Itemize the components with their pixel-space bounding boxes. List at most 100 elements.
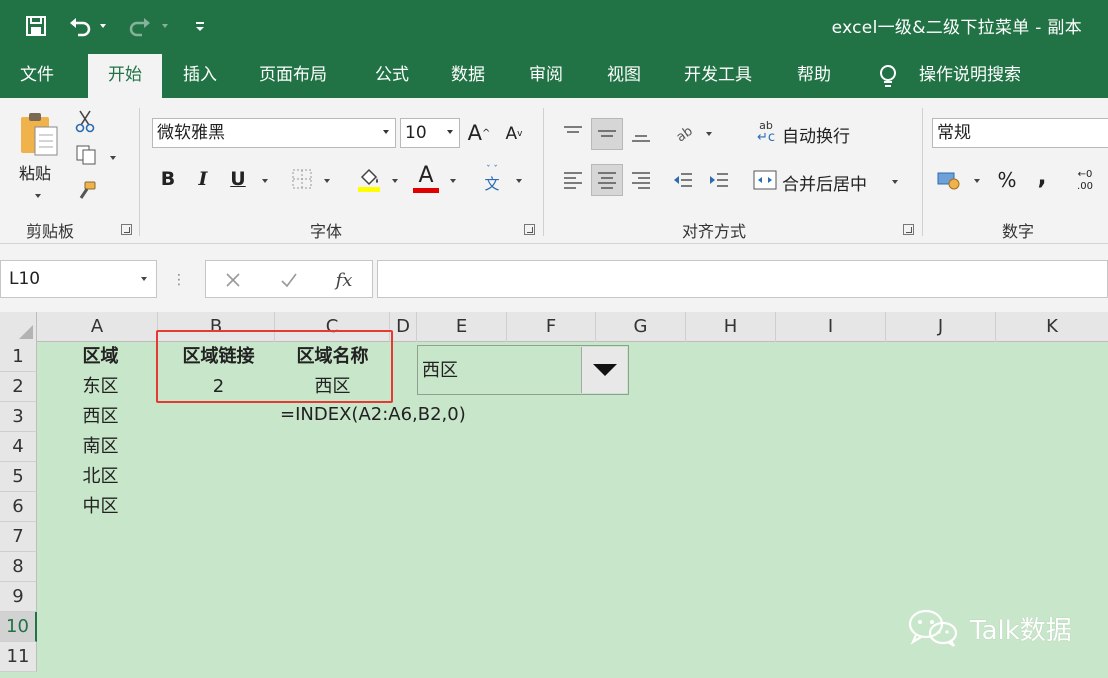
row-header-5[interactable]: 5 — [0, 462, 37, 492]
align-center-icon[interactable] — [591, 164, 623, 196]
row-header-6[interactable]: 6 — [0, 492, 37, 522]
decrease-indent-icon[interactable] — [668, 164, 698, 196]
column-header-d[interactable]: D — [390, 312, 417, 342]
borders-dropdown-icon[interactable] — [324, 179, 330, 183]
increase-indent-icon[interactable] — [704, 164, 734, 196]
cell-a5[interactable]: 北区 — [37, 462, 164, 492]
fill-color-icon[interactable] — [354, 164, 384, 194]
cell-a1[interactable]: 区域 — [37, 342, 164, 372]
row-header-9[interactable]: 9 — [0, 582, 37, 612]
clipboard-launcher-icon[interactable] — [121, 224, 132, 235]
formula-bar-grip-icon[interactable]: ⋮ — [172, 270, 186, 290]
worksheet-grid[interactable]: A B C D E F G H I J K 1 2 3 4 5 6 7 8 9 … — [0, 312, 1108, 678]
grow-font-button[interactable]: A ^ — [466, 120, 492, 146]
align-top-icon[interactable] — [558, 118, 588, 150]
bold-button[interactable]: B — [156, 166, 180, 192]
percent-style-button[interactable]: % — [994, 166, 1020, 194]
cell-a4[interactable]: 南区 — [37, 432, 164, 462]
row-header-1[interactable]: 1 — [0, 342, 37, 372]
undo-dropdown-icon[interactable] — [96, 12, 110, 40]
tab-view[interactable]: 视图 — [607, 52, 641, 98]
row-header-8[interactable]: 8 — [0, 552, 37, 582]
cell-a3[interactable]: 西区 — [37, 402, 164, 432]
redo-icon[interactable] — [126, 12, 154, 40]
insert-function-icon[interactable]: fx — [330, 267, 358, 293]
comma-style-button[interactable]: , — [1032, 162, 1052, 190]
cell-a6[interactable]: 中区 — [37, 492, 164, 522]
tab-data[interactable]: 数据 — [451, 52, 485, 98]
italic-button[interactable]: I — [192, 166, 214, 192]
align-bottom-icon[interactable] — [626, 118, 656, 150]
combo-box-control[interactable]: 西区 — [417, 345, 629, 395]
tab-help[interactable]: 帮助 — [797, 52, 831, 98]
row-header-2[interactable]: 2 — [0, 372, 37, 402]
column-header-k[interactable]: K — [996, 312, 1108, 342]
row-header-4[interactable]: 4 — [0, 432, 37, 462]
increase-decimal-icon[interactable]: ←0 .00 — [1070, 166, 1100, 196]
font-name-select[interactable]: 微软雅黑 — [152, 118, 396, 148]
name-box[interactable]: L10 — [0, 260, 157, 298]
tab-formulas[interactable]: 公式 — [375, 52, 409, 98]
column-header-h[interactable]: H — [686, 312, 776, 342]
tab-review[interactable]: 审阅 — [529, 52, 563, 98]
borders-icon[interactable] — [288, 166, 316, 192]
tab-home[interactable]: 开始 — [88, 54, 162, 98]
row-header-3[interactable]: 3 — [0, 402, 37, 432]
font-size-select[interactable]: 10 — [400, 118, 460, 148]
select-all-button[interactable] — [0, 312, 37, 342]
phonetic-guide-button[interactable]: ˇ ˇ 文 — [478, 164, 506, 194]
align-right-icon[interactable] — [626, 164, 656, 196]
column-header-g[interactable]: G — [596, 312, 686, 342]
fill-color-dropdown-icon[interactable] — [392, 179, 398, 183]
paste-dropdown-icon[interactable] — [35, 194, 41, 198]
tab-page-layout[interactable]: 页面布局 — [259, 52, 327, 98]
cancel-entry-icon[interactable] — [220, 267, 246, 293]
row-header-10[interactable]: 10 — [0, 612, 37, 642]
wrap-text-icon[interactable]: ab ↵c — [754, 118, 778, 146]
tell-me-search[interactable]: 操作说明搜索 — [919, 52, 1021, 98]
font-launcher-icon[interactable] — [524, 224, 535, 235]
column-header-f[interactable]: F — [507, 312, 596, 342]
tab-insert[interactable]: 插入 — [183, 52, 217, 98]
orientation-icon[interactable]: ab — [670, 118, 700, 148]
tab-developer[interactable]: 开发工具 — [684, 52, 752, 98]
align-middle-icon[interactable] — [591, 118, 623, 150]
save-icon[interactable] — [22, 12, 50, 40]
combo-box-dropdown-icon[interactable] — [581, 347, 627, 393]
confirm-entry-icon[interactable] — [276, 267, 302, 293]
redo-dropdown-icon[interactable] — [158, 12, 172, 40]
merge-center-button[interactable]: 合并后居中 — [782, 170, 867, 195]
copy-icon[interactable] — [72, 142, 100, 168]
underline-button[interactable]: U — [226, 166, 250, 192]
row-header-11[interactable]: 11 — [0, 642, 37, 672]
accounting-dropdown-icon[interactable] — [974, 179, 980, 183]
merge-center-dropdown-icon[interactable] — [892, 180, 898, 184]
underline-dropdown-icon[interactable] — [262, 179, 268, 183]
paste-icon[interactable] — [14, 110, 64, 160]
column-header-j[interactable]: J — [886, 312, 996, 342]
merge-center-icon[interactable] — [752, 168, 778, 192]
wrap-text-button[interactable]: 自动换行 — [782, 122, 850, 147]
formula-input[interactable] — [377, 260, 1108, 298]
shrink-font-button[interactable]: Av — [502, 122, 526, 146]
cell-a2[interactable]: 东区 — [37, 372, 164, 402]
cut-icon[interactable] — [72, 108, 98, 134]
phonetic-dropdown-icon[interactable] — [516, 179, 522, 183]
number-format-select[interactable]: 常规 — [932, 118, 1108, 148]
column-header-e[interactable]: E — [417, 312, 507, 342]
format-painter-icon[interactable] — [72, 178, 100, 204]
align-left-icon[interactable] — [558, 164, 588, 196]
alignment-launcher-icon[interactable] — [903, 224, 914, 235]
customize-qat-icon[interactable] — [190, 12, 210, 40]
font-color-button[interactable]: A — [410, 162, 442, 194]
orientation-dropdown-icon[interactable] — [706, 132, 712, 136]
row-header-7[interactable]: 7 — [0, 522, 37, 552]
accounting-format-icon[interactable] — [934, 166, 964, 194]
copy-dropdown-icon[interactable] — [110, 156, 116, 160]
column-header-i[interactable]: I — [776, 312, 886, 342]
column-header-a[interactable]: A — [37, 312, 158, 342]
tab-file[interactable]: 文件 — [20, 52, 54, 98]
undo-icon[interactable] — [66, 12, 94, 40]
font-color-dropdown-icon[interactable] — [450, 179, 456, 183]
paste-label[interactable]: 粘贴 — [19, 160, 51, 184]
